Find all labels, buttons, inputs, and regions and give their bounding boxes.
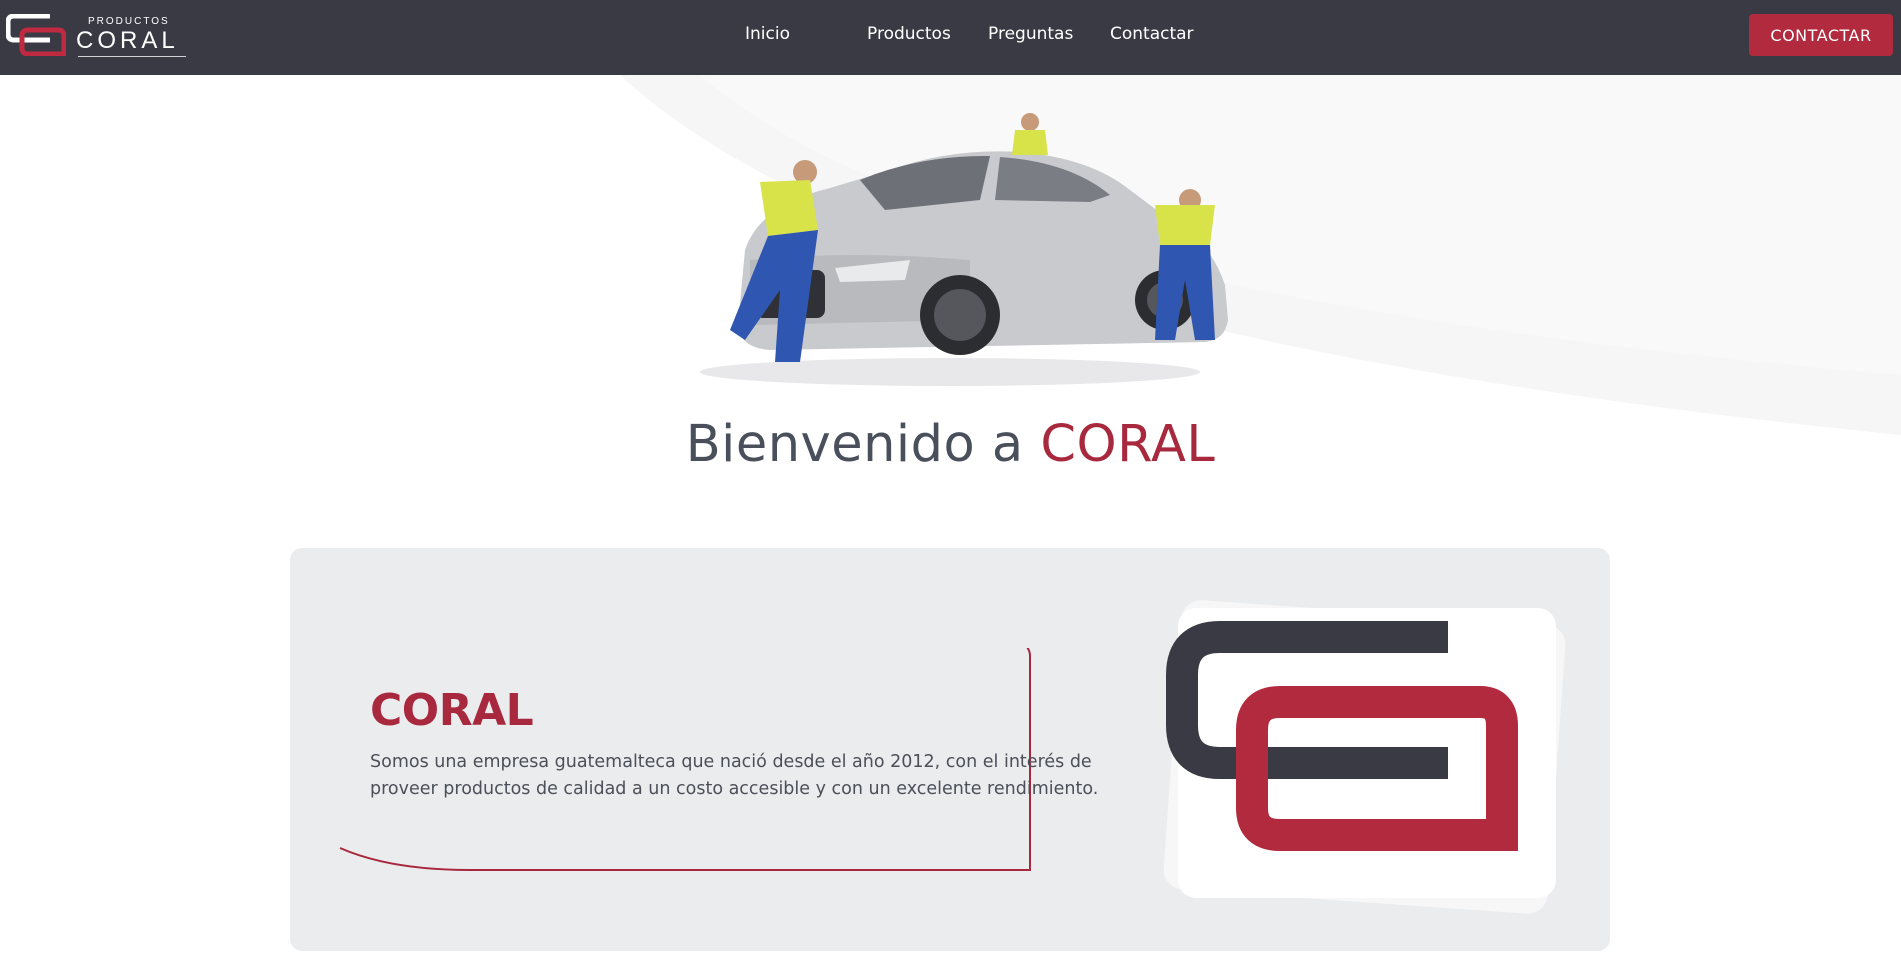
brand-logo[interactable]: PRODUCTOS CORAL xyxy=(6,12,186,57)
nav-link-inicio[interactable]: Inicio xyxy=(745,24,790,44)
coral-logo-icon xyxy=(6,14,66,56)
nav-link-productos[interactable]: Productos xyxy=(867,24,951,44)
contact-button[interactable]: CONTACTAR xyxy=(1749,14,1893,56)
about-card: CORAL Somos una empresa guatemalteca que… xyxy=(290,548,1610,951)
hero-title: Bienvenido a CORAL xyxy=(0,415,1901,474)
brand-name: CORAL xyxy=(76,27,179,54)
coral-logo-icon xyxy=(1163,600,1566,914)
car-wash-workers-illustration xyxy=(700,113,1228,386)
hero-title-prefix: Bienvenido a xyxy=(685,415,1041,474)
nav-link-preguntas[interactable]: Preguntas xyxy=(988,24,1073,44)
brand-underline xyxy=(78,56,186,57)
about-title: CORAL xyxy=(370,685,534,736)
top-navbar: PRODUCTOS CORAL Inicio Productos Pregunt… xyxy=(0,0,1901,75)
hero-section: Bienvenido a CORAL xyxy=(0,75,1901,555)
brand-subtitle: PRODUCTOS xyxy=(88,16,170,27)
nav-link-contactar[interactable]: Contactar xyxy=(1110,24,1194,44)
hero-title-accent: CORAL xyxy=(1040,415,1216,474)
about-description: Somos una empresa guatemalteca que nació… xyxy=(370,752,1099,799)
